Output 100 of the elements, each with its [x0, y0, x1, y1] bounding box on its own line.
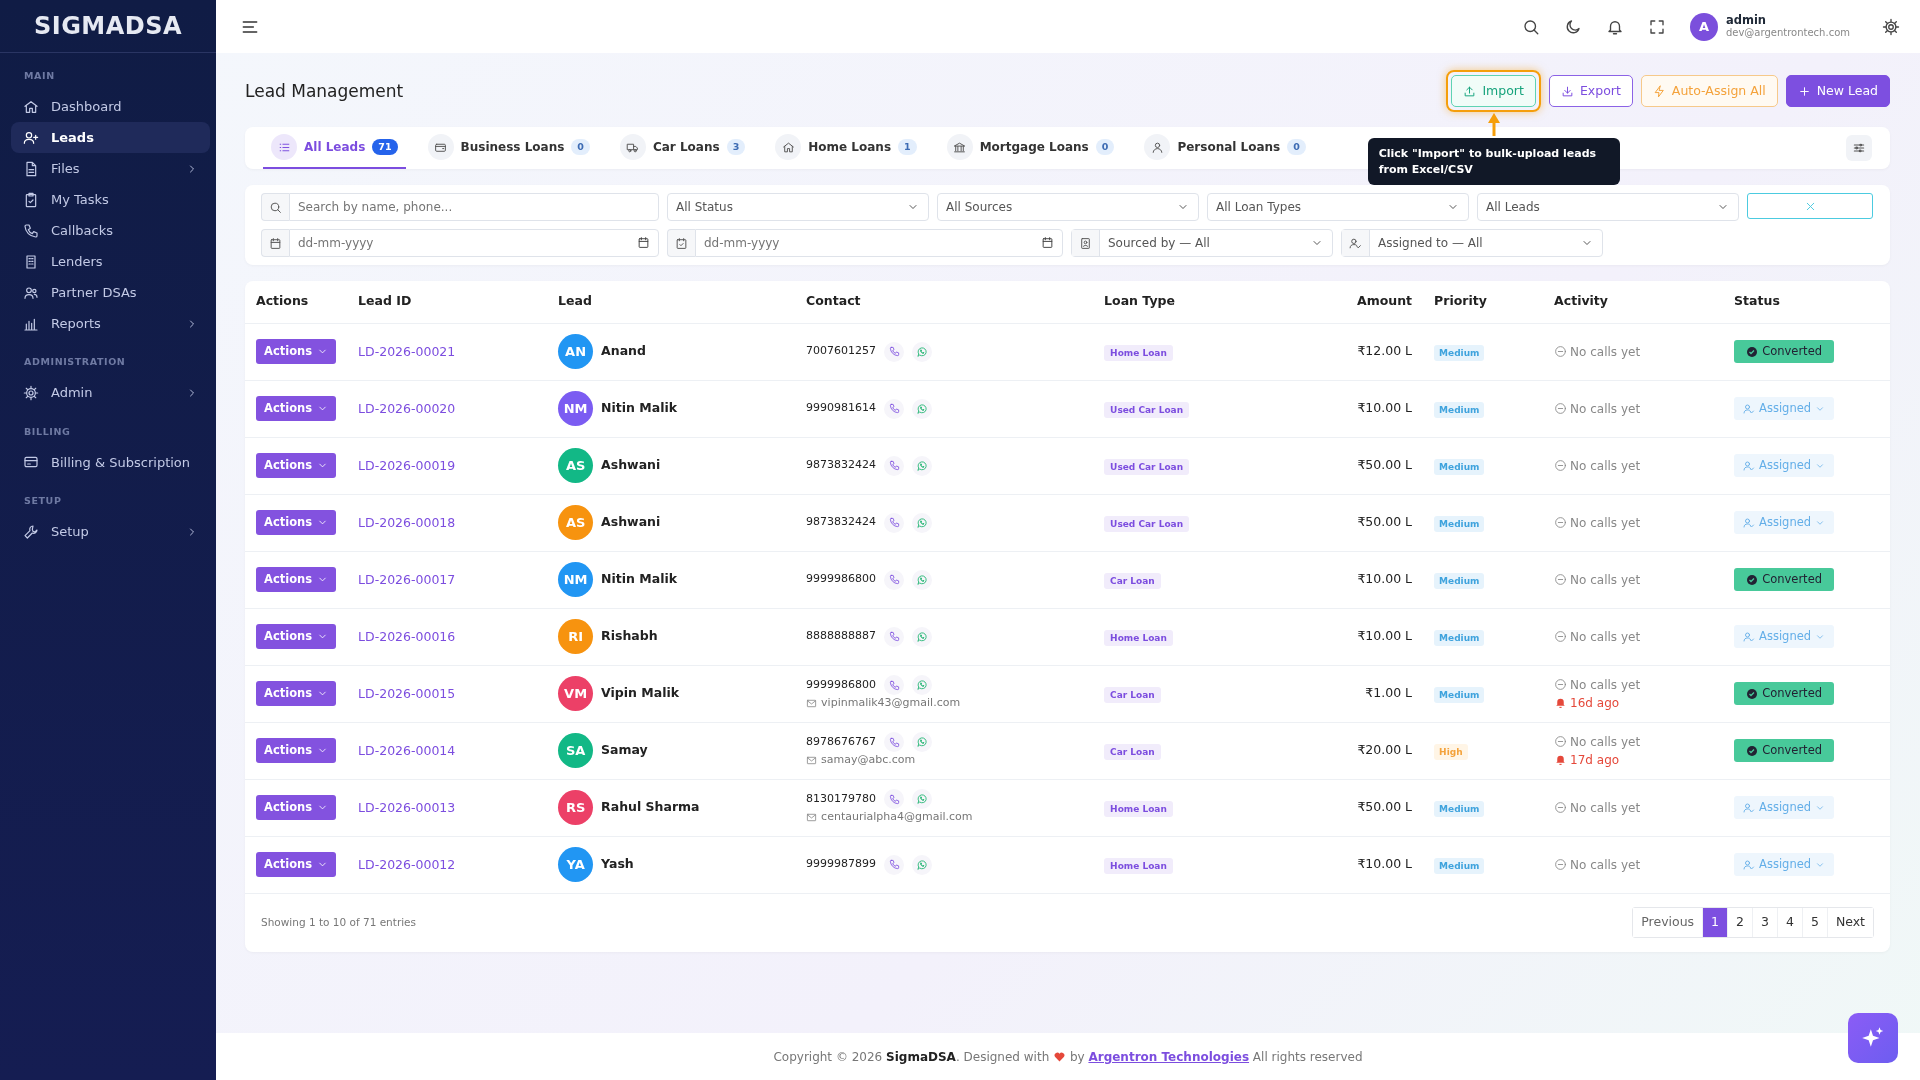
company-link[interactable]: Argentron Technologies — [1088, 1049, 1250, 1064]
sidebar-item[interactable]: Files — [11, 153, 210, 185]
actions-button[interactable]: Actions — [256, 452, 337, 479]
lead-id-link[interactable]: LD-2026-00016 — [358, 628, 456, 644]
sidebar-item[interactable]: Dashboard — [11, 91, 210, 123]
loan-tab[interactable]: Home Loans 1 — [767, 127, 925, 169]
lead-id-link[interactable]: LD-2026-00014 — [358, 742, 456, 758]
sidebar-item[interactable]: Lenders — [11, 246, 210, 278]
chat-bubble-icon — [916, 402, 929, 415]
users-icon — [23, 284, 39, 301]
call-button[interactable] — [884, 569, 905, 590]
whatsapp-button[interactable] — [912, 732, 933, 753]
whatsapp-button[interactable] — [912, 512, 933, 533]
actions-button[interactable]: Actions — [256, 338, 337, 365]
status-button[interactable]: Converted — [1734, 339, 1835, 364]
assigned-to-select[interactable]: Assigned to — All — [1341, 229, 1603, 257]
import-button[interactable]: Import — [1451, 74, 1536, 108]
actions-button[interactable]: Actions — [256, 794, 337, 821]
actions-button[interactable]: Actions — [256, 737, 337, 764]
assistant-button[interactable] — [1848, 1013, 1898, 1063]
sidebar-item[interactable]: Partner DSAs — [11, 277, 210, 309]
lead-id-link[interactable]: LD-2026-00021 — [358, 343, 456, 359]
columns-button[interactable] — [1846, 135, 1872, 161]
call-button[interactable] — [884, 512, 905, 533]
priority-tag: High — [1434, 743, 1468, 760]
filter-select[interactable]: All Leads — [1477, 193, 1739, 221]
lead-id-link[interactable]: LD-2026-00018 — [358, 514, 456, 530]
sidebar-item[interactable]: My Tasks — [11, 184, 210, 216]
loan-tab[interactable]: Business Loans 0 — [419, 127, 598, 169]
call-button[interactable] — [884, 341, 905, 362]
call-button[interactable] — [884, 732, 905, 753]
sidebar-item[interactable]: Setup — [11, 516, 210, 547]
user-avatar[interactable]: A — [1689, 12, 1718, 41]
status-button[interactable]: Converted — [1734, 738, 1835, 763]
bank-icon — [953, 140, 967, 154]
settings-button[interactable] — [1882, 17, 1900, 36]
status-button[interactable]: Converted — [1734, 681, 1835, 706]
loan-tab[interactable]: Car Loans 3 — [611, 127, 754, 169]
filter-select[interactable]: All Sources — [937, 193, 1199, 221]
next-page-button[interactable]: Next — [1826, 908, 1873, 937]
clear-button[interactable] — [1747, 193, 1873, 219]
minus-circle-icon — [1554, 573, 1568, 586]
whatsapp-button[interactable] — [912, 569, 933, 590]
sidebar-item[interactable]: Reports — [11, 308, 210, 340]
phone-number: 8888888887 — [806, 628, 877, 645]
sidebar-item[interactable]: Leads — [11, 122, 210, 154]
tab-count: 0 — [1287, 138, 1306, 156]
call-button[interactable] — [884, 455, 905, 476]
whatsapp-button[interactable] — [912, 789, 933, 810]
call-button[interactable] — [884, 854, 905, 875]
loan-tab[interactable]: Personal Loans 0 — [1136, 127, 1314, 169]
actions-button[interactable]: Actions — [256, 509, 337, 536]
lead-id-link[interactable]: LD-2026-00017 — [358, 571, 456, 587]
export-button[interactable]: Export — [1548, 74, 1633, 108]
call-button[interactable] — [884, 675, 905, 696]
new-lead-button[interactable]: New Lead — [1785, 74, 1890, 108]
whatsapp-button[interactable] — [912, 455, 933, 476]
actions-button[interactable]: Actions — [256, 395, 337, 422]
date-field[interactable]: dd-mm-yyyy — [289, 229, 659, 257]
call-button[interactable] — [884, 626, 905, 647]
lead-id-link[interactable]: LD-2026-00019 — [358, 457, 456, 473]
amount: ₹10.00 L — [1357, 628, 1413, 644]
whatsapp-button[interactable] — [912, 398, 933, 419]
filter-select[interactable]: All Loan Types — [1207, 193, 1469, 221]
activity-text: No calls yet — [1570, 733, 1641, 751]
whatsapp-button[interactable] — [912, 626, 933, 647]
actions-button[interactable]: Actions — [256, 566, 337, 593]
amount: ₹1.00 L — [1365, 685, 1413, 701]
actions-button[interactable]: Actions — [256, 680, 337, 707]
sourced-by-select[interactable]: Sourced by — All — [1071, 229, 1333, 257]
settings-icon — [23, 385, 39, 401]
date-field[interactable]: dd-mm-yyyy — [695, 229, 1063, 257]
actions-button[interactable]: Actions — [256, 851, 337, 878]
sidebar-item[interactable]: Billing & Subscription — [11, 446, 210, 478]
page-button[interactable]: 1 — [1702, 908, 1728, 937]
search-button[interactable] — [1521, 17, 1540, 36]
lead-name: Vipin Malik — [601, 684, 680, 703]
lead-id-link[interactable]: LD-2026-00013 — [358, 799, 456, 815]
phone-icon — [888, 859, 900, 870]
calendar-icon — [269, 236, 282, 250]
calendar-icon — [1041, 236, 1054, 249]
call-button[interactable] — [884, 789, 905, 810]
loan-tab[interactable]: Mortgage Loans 0 — [938, 127, 1123, 169]
actions-button[interactable]: Actions — [256, 623, 337, 650]
fullscreen-button[interactable] — [1647, 17, 1666, 36]
filter-select[interactable]: All Status — [667, 193, 929, 221]
lead-id-link[interactable]: LD-2026-00015 — [358, 685, 456, 701]
loan-tab[interactable]: All Leads 71 — [263, 127, 406, 169]
sidebar-item[interactable]: Admin — [11, 377, 210, 409]
lead-id-link[interactable]: LD-2026-00020 — [358, 400, 456, 416]
email: samay@abc.com — [821, 752, 916, 769]
minus-circle-icon — [1554, 516, 1568, 529]
sidebar-item[interactable]: Callbacks — [11, 215, 210, 247]
whatsapp-button[interactable] — [912, 854, 933, 875]
lead-id-link[interactable]: LD-2026-00012 — [358, 856, 456, 872]
search-field[interactable]: Search by name, phone... — [289, 193, 659, 221]
whatsapp-button[interactable] — [912, 341, 933, 362]
status-button[interactable]: Converted — [1734, 567, 1835, 592]
whatsapp-button[interactable] — [912, 675, 933, 696]
call-button[interactable] — [884, 398, 905, 419]
